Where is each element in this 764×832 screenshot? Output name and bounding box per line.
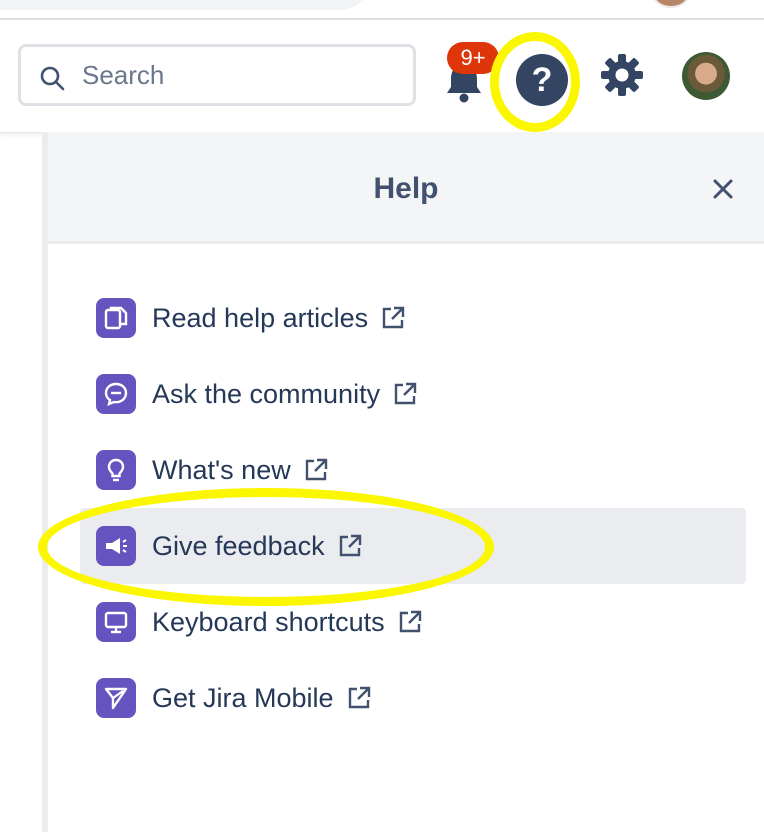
help-item-label: Read help articles — [152, 302, 369, 333]
user-avatar[interactable] — [682, 52, 730, 100]
document-icon — [96, 298, 136, 338]
help-item-label: What's new — [152, 454, 291, 485]
monitor-icon — [96, 602, 136, 642]
close-icon[interactable] — [708, 174, 738, 204]
browser-strip — [0, 0, 764, 20]
external-link-icon — [382, 306, 405, 329]
external-link-icon — [394, 382, 417, 405]
search-input[interactable] — [82, 59, 402, 91]
lightbulb-icon — [96, 450, 136, 490]
browser-tab[interactable] — [0, 0, 370, 10]
search-box[interactable] — [18, 44, 416, 106]
browser-profile-avatar[interactable] — [652, 0, 690, 8]
external-link-icon — [348, 686, 370, 709]
help-item-ask-the-community[interactable]: Ask the community — [80, 356, 746, 432]
external-link-icon — [305, 458, 327, 481]
top-navigation-bar: 9+ ? — [0, 20, 764, 133]
chat-icon — [96, 374, 136, 414]
help-panel-header: Help — [48, 132, 764, 244]
feedback-highlight-annotation — [38, 488, 494, 606]
external-link-icon — [399, 610, 421, 633]
help-item-label: Keyboard shortcuts — [152, 606, 385, 637]
help-highlight-annotation — [490, 32, 580, 132]
help-item-label: Ask the community — [152, 378, 381, 409]
help-item-read-help-articles[interactable]: Read help articles — [80, 280, 746, 356]
search-icon — [40, 66, 65, 91]
help-item-label: Get Jira Mobile — [152, 682, 334, 713]
help-panel-title: Help — [373, 172, 439, 205]
help-item-get-jira-mobile[interactable]: Get Jira Mobile — [80, 660, 746, 736]
send-icon — [96, 678, 136, 718]
settings-gear-icon[interactable] — [599, 52, 645, 98]
